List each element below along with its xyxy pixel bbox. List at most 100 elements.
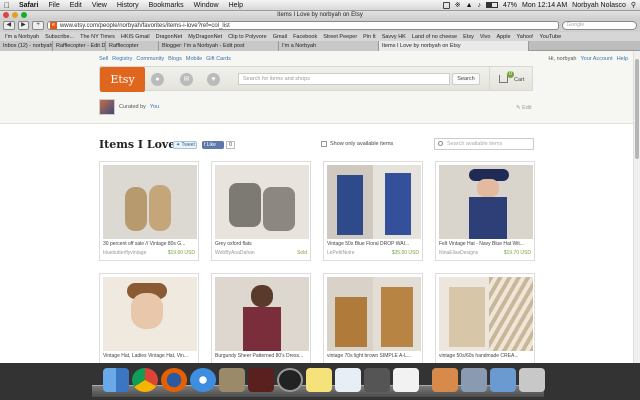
preview-icon[interactable] — [393, 368, 419, 392]
favorites-heart-icon[interactable]: ♥ — [207, 73, 220, 86]
iphoto-icon[interactable] — [219, 368, 245, 392]
messages-icon[interactable]: ✉ — [180, 73, 193, 86]
bookmark-item[interactable]: Gmail — [273, 34, 287, 40]
bookmark-item[interactable]: DragonNet — [156, 34, 183, 40]
menu-help[interactable]: Help — [224, 2, 248, 9]
link-your-account[interactable]: Your Account — [580, 56, 612, 62]
bookmark-item[interactable]: Facebook — [293, 34, 317, 40]
google-search-field[interactable]: Google — [561, 21, 638, 30]
spotlight-icon[interactable]: ⚲ — [631, 1, 636, 9]
menu-edit[interactable]: Edit — [65, 2, 87, 9]
item-shop[interactable]: LePetitNoire — [327, 250, 387, 256]
tab-rafflecopter-edit[interactable]: Rafflecopter - Edit Details — [53, 41, 106, 51]
bookmark-item[interactable]: The NY Times — [80, 34, 115, 40]
item-image[interactable] — [215, 277, 309, 351]
textedit-icon[interactable] — [335, 368, 361, 392]
minimize-icon[interactable] — [12, 12, 18, 18]
menu-file[interactable]: File — [43, 2, 64, 9]
forward-button[interactable]: ▶ — [17, 21, 30, 30]
item-image[interactable] — [327, 165, 421, 239]
link-gift-cards[interactable]: Gift Cards — [206, 56, 231, 62]
menu-view[interactable]: View — [87, 2, 112, 9]
facebook-like-button[interactable]: f Like — [202, 141, 224, 149]
item-shop[interactable]: bluebutterflyvintage — [103, 250, 163, 256]
link-sell[interactable]: Sell — [99, 56, 108, 62]
item-image[interactable] — [103, 165, 197, 239]
menu-bookmarks[interactable]: Bookmarks — [144, 2, 189, 9]
scrollbar-thumb[interactable] — [635, 59, 639, 159]
zoom-icon[interactable] — [21, 12, 27, 18]
photo-booth-icon[interactable] — [248, 368, 274, 392]
search-available-input[interactable]: Search available items — [434, 138, 534, 150]
link-community[interactable]: Community — [136, 56, 164, 62]
utilities-icon[interactable] — [364, 368, 390, 392]
bookmark-item[interactable]: YouTube — [540, 34, 562, 40]
bookmark-item[interactable]: Pin It — [363, 34, 376, 40]
item-card[interactable]: vintage 70s light brown SIMPLE A-L... — [323, 273, 423, 363]
item-image[interactable] — [439, 165, 533, 239]
address-bar[interactable]: e www.etsy.com/people/norbyah/favorites/… — [46, 21, 559, 30]
item-shop[interactable]: WebByAnaDahan — [215, 250, 275, 256]
item-title[interactable]: Burgundy Sheer Patterned 80's Dress... — [215, 353, 309, 359]
item-card[interactable]: Vintage 50s Blue Floral DROP WAI... LePe… — [323, 161, 423, 261]
volume-icon[interactable]: ♪ — [478, 2, 482, 9]
item-card[interactable]: Vintage Hat, Ladies Vintage Hat, Vin... — [99, 273, 199, 363]
link-help[interactable]: Help — [617, 56, 628, 62]
avatar[interactable] — [99, 99, 115, 115]
bluetooth-icon[interactable]: ※ — [455, 1, 461, 9]
item-card[interactable]: vintage 50s/60s handmade CREA... — [435, 273, 535, 363]
item-card[interactable]: Felt Vintage Hat - Navy Blue Hat Wit... … — [435, 161, 535, 261]
item-card[interactable]: 30 percent off sale // Vintage 80s G... … — [99, 161, 199, 261]
dashboard-icon[interactable] — [277, 368, 303, 392]
bookmark-item[interactable]: HKIS Gmail — [121, 34, 150, 40]
dropbox-icon[interactable] — [442, 1, 450, 9]
tweet-button[interactable]: ✦ Tweet — [173, 141, 197, 149]
tab-inbox[interactable]: Inbox (12) - norbyahnolasco@gmail.c... — [0, 41, 53, 51]
link-registry[interactable]: Registry — [112, 56, 132, 62]
add-bookmark-button[interactable]: + — [32, 21, 44, 30]
user-name[interactable]: Norbyah Nolasco — [572, 2, 626, 9]
edit-link[interactable]: ✎ Edit — [516, 105, 532, 111]
tab-rafflecopter[interactable]: Rafflecopter — [106, 41, 159, 51]
item-image[interactable] — [103, 277, 197, 351]
greeting[interactable]: Hi, norbyah — [548, 56, 576, 62]
bookmark-item[interactable]: Clip to Polyvore — [228, 34, 267, 40]
item-image[interactable] — [439, 277, 533, 351]
bookmark-item[interactable]: MyDragonNet — [188, 34, 222, 40]
link-blogs[interactable]: Blogs — [168, 56, 182, 62]
item-title[interactable]: 30 percent off sale // Vintage 80s G... — [103, 241, 197, 247]
page-scrollbar[interactable] — [633, 51, 640, 363]
bookmark-item[interactable]: Street Peeper — [323, 34, 357, 40]
battery-icon[interactable] — [486, 2, 498, 8]
trash-icon[interactable] — [519, 368, 545, 392]
etsy-search-input[interactable]: Search for items and shops — [238, 73, 450, 85]
tab-blogger[interactable]: Blogger: I'm a Norbyah - Edit post — [159, 41, 279, 51]
system-icon[interactable] — [461, 368, 487, 392]
bookmark-item[interactable]: Yahoo! — [517, 34, 534, 40]
bookmark-item[interactable]: Apple — [496, 34, 510, 40]
downloads-folder-icon[interactable] — [490, 368, 516, 392]
available-checkbox[interactable] — [321, 141, 327, 147]
wifi-icon[interactable]: ▲ — [466, 2, 473, 9]
bookmark-item[interactable]: Vivo — [480, 34, 491, 40]
chrome-icon[interactable] — [132, 368, 158, 392]
bookmark-item[interactable]: Savvy HK — [382, 34, 406, 40]
safari-icon[interactable] — [190, 368, 216, 392]
link-mobile[interactable]: Mobile — [186, 56, 202, 62]
bookmark-item[interactable]: I'm a Norbyah — [5, 34, 39, 40]
etsy-search-button[interactable]: Search — [452, 73, 480, 85]
item-title[interactable]: Grey oxford flats — [215, 241, 309, 247]
cart-button[interactable]: 0 Cart — [489, 66, 533, 91]
firefox-icon[interactable] — [161, 368, 187, 392]
item-card[interactable]: Grey oxford flats WebByAnaDahan Sold — [211, 161, 311, 261]
close-icon[interactable] — [3, 12, 9, 18]
documents-folder-icon[interactable] — [432, 368, 458, 392]
menu-window[interactable]: Window — [189, 2, 224, 9]
bookmark-item[interactable]: Subscribe... — [45, 34, 74, 40]
available-filter[interactable]: Show only available items — [321, 141, 393, 147]
item-title[interactable]: Vintage Hat, Ladies Vintage Hat, Vin... — [103, 353, 197, 359]
profile-icon[interactable]: ● — [151, 73, 164, 86]
menu-app[interactable]: Safari — [14, 2, 43, 9]
finder-icon[interactable] — [103, 368, 129, 392]
stickies-icon[interactable] — [306, 368, 332, 392]
